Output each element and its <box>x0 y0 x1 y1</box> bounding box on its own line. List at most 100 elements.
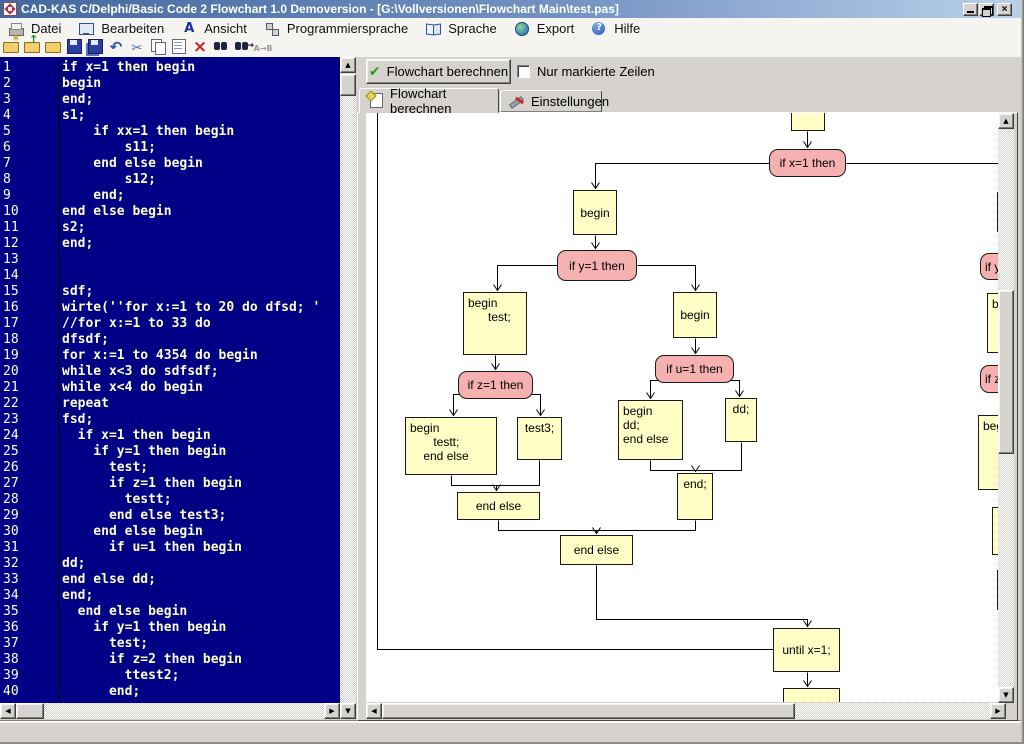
node-label: begin <box>580 206 609 220</box>
tab-einstellungen[interactable]: Einstellungen <box>500 90 602 112</box>
menu-label: Bearbeiten <box>101 21 164 36</box>
code-line: 22repeat <box>0 396 340 412</box>
node-test3: test3; <box>517 417 562 460</box>
line-text <box>59 252 62 268</box>
toolbar-button-open[interactable] <box>44 37 62 59</box>
menu-label: Export <box>537 21 575 36</box>
scroll-down-icon[interactable]: ▼ <box>340 703 356 719</box>
scroll-right-icon[interactable]: ▶ <box>324 703 340 719</box>
code-line: 2begin <box>0 76 340 92</box>
code-line: 3end; <box>0 92 340 108</box>
node-label: if x=1 then <box>780 156 836 170</box>
code-line: 9 end; <box>0 188 340 204</box>
compute-flowchart-button[interactable]: ✔ Flowchart berechnen <box>366 59 511 84</box>
code-line: 38 if z=2 then begin <box>0 652 340 668</box>
line-number: 36 <box>0 620 59 636</box>
line-text: end; <box>59 236 93 252</box>
menu-hilfe[interactable]: Hilfe <box>583 18 649 38</box>
scroll-up-icon[interactable]: ▲ <box>998 113 1014 129</box>
code-line: 18dfsdf; <box>0 332 340 348</box>
line-number: 15 <box>0 284 59 300</box>
toolbar-button-save[interactable] <box>65 37 83 59</box>
close-button[interactable]: × <box>997 3 1012 16</box>
code-line: 40 end; <box>0 684 340 700</box>
window-title: CAD-KAS C/Delphi/Basic Code 2 Flowchart … <box>21 2 619 16</box>
toolbar-button-new-file[interactable] <box>2 37 20 59</box>
code-line: 34end; <box>0 588 340 604</box>
flowchart-vscroll-thumb[interactable] <box>998 290 1014 454</box>
toolbar-button-open-import[interactable] <box>23 37 41 59</box>
compute-flowchart-label: Flowchart berechnen <box>387 64 508 79</box>
line-text: while x<3 do sdfsdf; <box>59 364 219 380</box>
code-line: 5 if xx=1 then begin <box>0 124 340 140</box>
code-line: 6 s11; <box>0 140 340 156</box>
line-text: s12; <box>59 172 156 188</box>
toolbar-button-copy[interactable] <box>149 37 167 59</box>
toolbar-button-properties[interactable] <box>170 37 188 59</box>
scroll-left-icon[interactable]: ◀ <box>366 703 382 719</box>
editor-hscroll-track[interactable] <box>0 703 340 719</box>
line-text: end; <box>59 92 93 108</box>
node-label: begin <box>680 308 709 322</box>
toolbar-button-cut[interactable]: ✂ <box>128 39 146 57</box>
tab-flowchart-berechnen[interactable]: Flowchart berechnen <box>359 88 499 113</box>
node-label: begin dd; end else <box>623 404 668 446</box>
line-text: test; <box>59 460 148 476</box>
toolbar-button-replace[interactable]: A→B <box>254 38 272 57</box>
menu-sprache[interactable]: Sprache <box>417 18 505 38</box>
line-text: end else begin <box>59 524 203 540</box>
save-as-icon <box>86 37 104 54</box>
line-number: 17 <box>0 316 59 332</box>
toolbar-button-undo[interactable]: ↶ <box>107 38 125 57</box>
toolbar-button-save-as[interactable] <box>86 37 104 59</box>
line-number: 24 <box>0 428 59 444</box>
toolbar-button-find-next[interactable] <box>233 37 251 59</box>
undo-icon: ↶ <box>107 38 125 55</box>
scroll-up-icon[interactable]: ▲ <box>340 57 356 73</box>
node-label: begin testt; end else <box>410 421 469 463</box>
line-number: 6 <box>0 140 59 156</box>
menu-label: Sprache <box>448 21 496 36</box>
menu-ansicht[interactable]: AAnsicht <box>173 18 256 38</box>
replace-icon: A→B <box>254 40 272 57</box>
editor-vscroll-thumb[interactable] <box>340 74 356 96</box>
toolbar-button-find[interactable] <box>212 37 230 59</box>
menu-export[interactable]: Export <box>506 18 584 38</box>
restore-button[interactable] <box>979 3 994 16</box>
editor-vscroll-track[interactable] <box>340 57 356 719</box>
code-line: 37 test; <box>0 636 340 652</box>
node-label: if y=1 then <box>569 259 625 273</box>
scroll-right-icon[interactable]: ▶ <box>990 703 1006 719</box>
globe-icon <box>513 20 531 37</box>
toolbar-button-delete[interactable]: × <box>191 38 209 57</box>
language-branch-icon <box>263 20 281 37</box>
tab-label: Flowchart berechnen <box>390 86 491 116</box>
menu-bearbeiten[interactable]: Bearbeiten <box>70 18 173 38</box>
new-file-icon <box>2 37 20 54</box>
node-if-u: if u=1 then <box>655 355 734 383</box>
line-text: s2; <box>59 220 85 236</box>
line-text: end else begin <box>59 156 203 172</box>
line-number: 39 <box>0 668 59 684</box>
menu-programmiersprache[interactable]: Programmiersprache <box>256 18 417 38</box>
line-number: 26 <box>0 460 59 476</box>
marked-lines-checkbox[interactable] <box>517 65 530 78</box>
code-line: 17//for x:=1 to 33 do <box>0 316 340 332</box>
code-editor[interactable]: 1if x=1 then begin2begin3end;4s1;5 if xx… <box>0 57 340 703</box>
code-line: 29 end else test3; <box>0 508 340 524</box>
minimize-button[interactable] <box>963 3 978 16</box>
editor-hscroll-thumb[interactable] <box>16 703 44 719</box>
code-line: 32dd; <box>0 556 340 572</box>
line-number: 18 <box>0 332 59 348</box>
node-until: until x=1; <box>773 628 840 672</box>
scroll-left-icon[interactable]: ◀ <box>0 703 16 719</box>
flowchart-hscroll-thumb[interactable] <box>382 703 795 719</box>
code-line: 7 end else begin <box>0 156 340 172</box>
line-number: 16 <box>0 300 59 316</box>
scroll-down-icon[interactable]: ▼ <box>998 687 1014 703</box>
code-line: 20while x<3 do sdfsdf; <box>0 364 340 380</box>
node-begin-dd: begin dd; end else <box>618 400 683 460</box>
line-number: 21 <box>0 380 59 396</box>
node-label: if z=1 then <box>468 378 524 392</box>
node-label: until x=1; <box>782 643 830 657</box>
